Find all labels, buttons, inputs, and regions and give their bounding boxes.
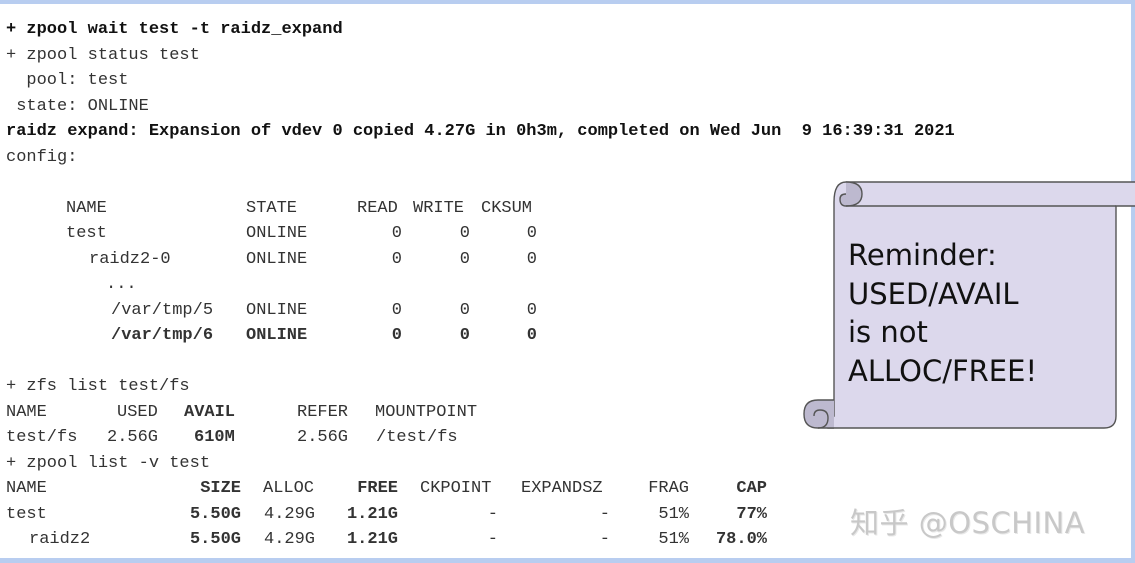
col-header-name: NAME <box>6 479 47 498</box>
vdev-cksum: 0 <box>526 301 537 320</box>
state-line: state: ONLINE <box>6 97 149 116</box>
pool-name: test <box>6 505 47 524</box>
vdev-cksum: 0 <box>526 224 537 243</box>
pool-frag: 51% <box>658 505 689 524</box>
vdev-name: /var/tmp/5 <box>111 301 214 320</box>
col-header-refer: REFER <box>297 403 349 422</box>
vdev-cksum: 0 <box>526 326 537 345</box>
col-header-read: READ <box>357 199 398 218</box>
cmd-zfs-list: + zfs list test/fs <box>6 377 190 396</box>
col-header-write: WRITE <box>413 199 465 218</box>
vdev-expandsz: - <box>599 530 610 549</box>
dataset-name: test/fs <box>6 428 78 447</box>
col-header-cksum: CKSUM <box>481 199 533 218</box>
col-header-cap: CAP <box>736 479 767 498</box>
col-header-mountpoint: MOUNTPOINT <box>375 403 478 422</box>
scroll-callout-text: Reminder: USED/AVAIL is not ALLOC/FREE! <box>848 236 1108 390</box>
vdev-state: ONLINE <box>246 326 308 345</box>
vdev-frag: 51% <box>658 530 689 549</box>
vdev-name: /var/tmp/6 <box>111 326 214 345</box>
dataset-mountpoint: /test/fs <box>376 428 458 447</box>
vdev-name: test <box>66 224 107 243</box>
vdev-write: 0 <box>459 301 470 320</box>
cmd-zpool-wait: + zpool wait test -t raidz_expand <box>6 20 343 39</box>
vdev-read: 0 <box>391 250 402 269</box>
callout-line: Reminder: <box>848 238 997 272</box>
vdev-read: 0 <box>391 301 402 320</box>
vdev-free: 1.21G <box>346 530 398 549</box>
pool-free: 1.21G <box>346 505 398 524</box>
vdev-state: ONLINE <box>246 250 308 269</box>
vdev-state: ONLINE <box>246 301 308 320</box>
col-header-free: FREE <box>357 479 398 498</box>
raidz-expand-line: raidz expand: Expansion of vdev 0 copied… <box>6 122 955 141</box>
dataset-refer: 2.56G <box>297 428 349 447</box>
pool-alloc: 4.29G <box>264 505 316 524</box>
vdev-read: 0 <box>391 326 402 345</box>
pool-ckpoint: - <box>487 505 498 524</box>
callout-line: USED/AVAIL <box>848 276 1019 311</box>
pool-expandsz: - <box>599 505 610 524</box>
vdev-cap: 78.0% <box>715 530 767 549</box>
dataset-avail: 610M <box>194 428 235 447</box>
vdev-state: ONLINE <box>246 224 308 243</box>
vdev-alloc: 4.29G <box>264 530 316 549</box>
vdev-write: 0 <box>459 250 470 269</box>
watermark: 知乎 @OSCHINA <box>850 506 1086 540</box>
vdev-cksum: 0 <box>526 250 537 269</box>
col-header-avail: AVAIL <box>184 403 236 422</box>
vdev-size: 5.50G <box>189 530 241 549</box>
pool-cap: 77% <box>736 505 767 524</box>
col-header-state: STATE <box>246 199 298 218</box>
callout-line: ALLOC/FREE! <box>848 353 1038 388</box>
vdev-write: 0 <box>459 224 470 243</box>
pool-line: pool: test <box>6 71 129 90</box>
callout-line: is not <box>848 315 928 349</box>
col-header-expandsz: EXPANDSZ <box>521 479 603 498</box>
vdev-read: 0 <box>391 224 402 243</box>
col-header-ckpoint: CKPOINT <box>420 479 492 498</box>
config-line: config: <box>6 148 78 167</box>
vdev-name: raidz2 <box>29 530 91 549</box>
vdev-ellipsis: ... <box>106 275 137 294</box>
col-header-alloc: ALLOC <box>263 479 315 498</box>
scroll-bottom-curl <box>803 399 834 429</box>
cmd-zpool-status: + zpool status test <box>6 46 200 65</box>
col-header-name: NAME <box>6 403 47 422</box>
vdev-ckpoint: - <box>487 530 498 549</box>
dataset-used: 2.56G <box>107 428 159 447</box>
col-header-frag: FRAG <box>648 479 689 498</box>
col-header-name: NAME <box>66 199 107 218</box>
col-header-used: USED <box>117 403 158 422</box>
col-header-size: SIZE <box>200 479 241 498</box>
pool-size: 5.50G <box>189 505 241 524</box>
cmd-zpool-list: + zpool list -v test <box>6 454 211 473</box>
vdev-write: 0 <box>459 326 470 345</box>
vdev-name: raidz2-0 <box>89 250 171 269</box>
